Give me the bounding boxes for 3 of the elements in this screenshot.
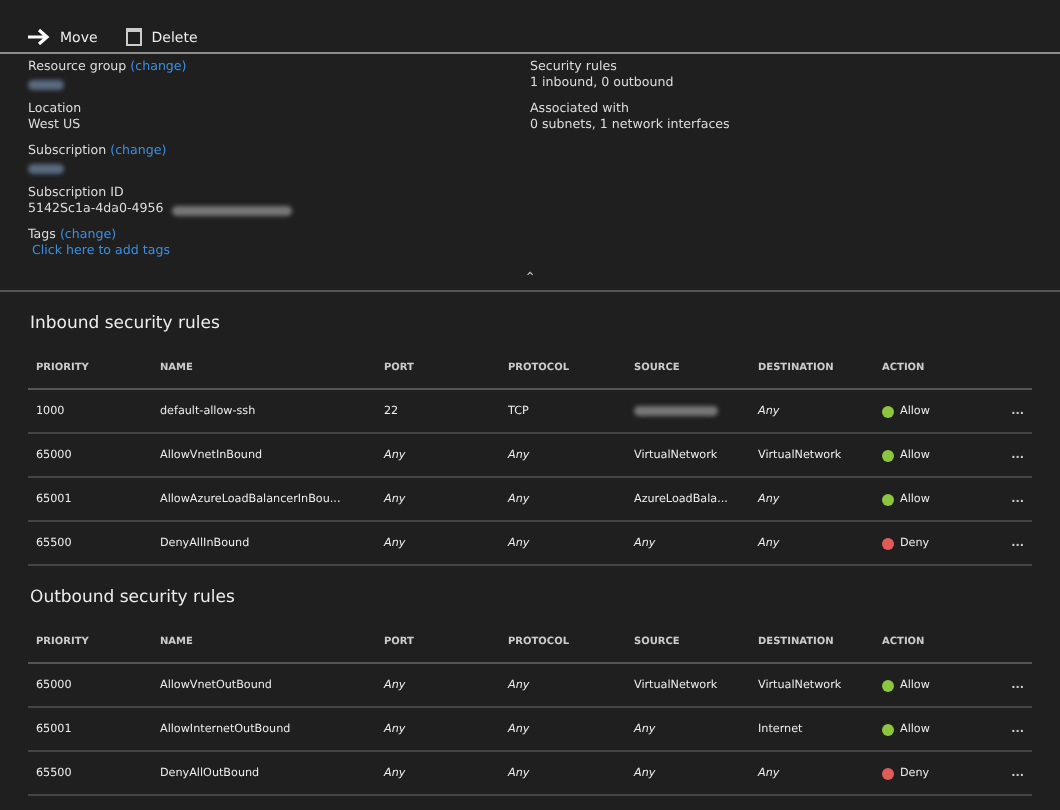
section-title: Inbound security rules — [28, 312, 222, 338]
arrow-icon — [28, 28, 50, 46]
section-title: Outbound security rules — [28, 586, 237, 612]
